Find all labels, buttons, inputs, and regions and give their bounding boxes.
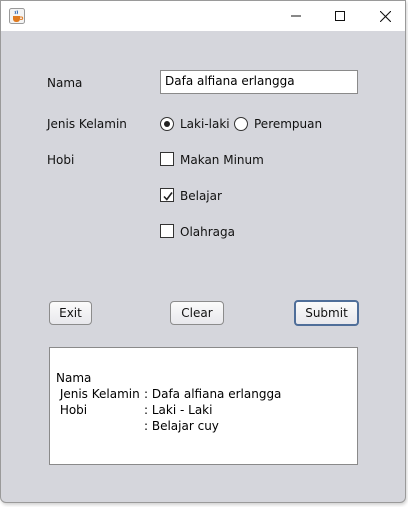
java-cup-icon [9, 8, 25, 24]
close-button[interactable] [362, 1, 405, 31]
output-key: Hobi [56, 403, 88, 417]
output-value: : Belajar cuy [144, 419, 219, 433]
checkbox-box-makan-minum[interactable] [160, 152, 174, 166]
checkbox-box-belajar[interactable] [160, 188, 174, 202]
jenis-kelamin-label: Jenis Kelamin [47, 117, 127, 131]
radio-label-perempuan: Perempuan [254, 117, 323, 131]
title-bar [1, 1, 405, 31]
checkmark-icon [163, 192, 173, 201]
radio-label-laki-laki: Laki-laki [180, 117, 230, 131]
app-window: Nama Dafa alfiana erlangga Jenis Kelamin… [0, 0, 406, 503]
clear-button[interactable]: Clear [170, 301, 224, 325]
radio-button-laki-laki[interactable] [160, 117, 174, 131]
checkbox-label-belajar: Belajar [180, 189, 222, 203]
checkbox-label-makan-minum: Makan Minum [180, 153, 264, 167]
checkbox-box-olahraga[interactable] [160, 224, 174, 238]
output-line-jenis-kelamin: Jenis Kelamin : Laki - Laki [56, 370, 351, 417]
nama-input[interactable]: Dafa alfiana erlangga [160, 70, 358, 94]
output-line-nama: Nama : Dafa alfiana erlangga [56, 354, 351, 401]
hobi-label: Hobi [47, 153, 75, 167]
checkbox-label-olahraga: Olahraga [180, 225, 235, 239]
maximize-button[interactable] [317, 1, 363, 31]
maximize-icon [335, 11, 345, 21]
output-textarea[interactable]: Nama : Dafa alfiana erlangga Jenis Kelam… [49, 347, 358, 465]
close-icon [379, 10, 391, 22]
minimize-button[interactable] [273, 1, 319, 31]
submit-button[interactable]: Submit [294, 300, 359, 326]
output-line-hobi: Hobi : Belajar cuy [56, 386, 351, 433]
output-value: : Laki - Laki [144, 403, 213, 417]
exit-button[interactable]: Exit [49, 301, 92, 325]
form-panel: Nama Dafa alfiana erlangga Jenis Kelamin… [1, 31, 405, 502]
nama-label: Nama [47, 76, 83, 90]
radio-button-perempuan[interactable] [234, 117, 248, 131]
minimize-icon [291, 15, 301, 17]
